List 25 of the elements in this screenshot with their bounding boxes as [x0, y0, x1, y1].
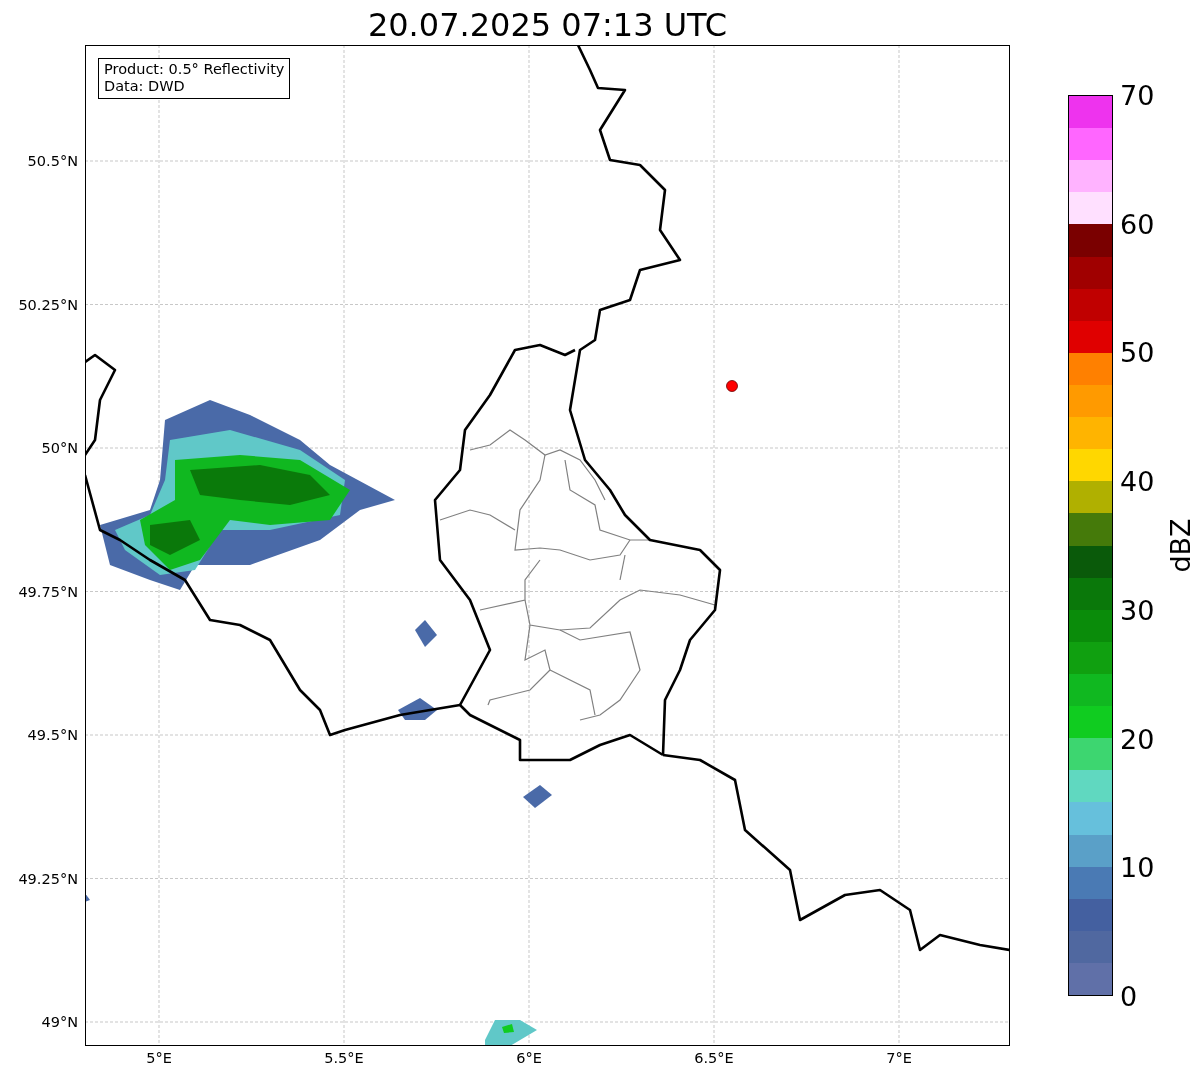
- latitude-label: 50°N: [41, 440, 78, 456]
- longitude-label: 5°E: [146, 1050, 172, 1066]
- colorbar-tick-label: 60: [1120, 210, 1155, 238]
- colorbar-tick-label: 30: [1120, 596, 1155, 624]
- colorbar-tick-label: 70: [1120, 81, 1155, 109]
- longitude-label: 6.5°E: [694, 1050, 734, 1066]
- location-marker: [726, 380, 738, 392]
- colorbar-tick-label: 40: [1120, 467, 1155, 495]
- legend-text: Product: 0.5° Reflectivity: [104, 61, 285, 79]
- latitude-label: 50.25°N: [18, 296, 78, 313]
- colorbar-tick-label: 20: [1120, 725, 1155, 753]
- colorbar-tick-label: 0: [1120, 982, 1138, 1010]
- latitude-label: 49°N: [41, 1014, 78, 1030]
- latitude-label: 50.5°N: [27, 153, 78, 169]
- colorbar-tick-label: 10: [1120, 853, 1155, 881]
- chart-title: 20.07.2025 07:13 UTC: [367, 9, 728, 45]
- longitude-label: 6°E: [516, 1050, 542, 1066]
- latitude-label: 49.75°N: [18, 583, 78, 600]
- legend-text: Data: DWD: [104, 78, 186, 96]
- latitude-label: 49.5°N: [27, 727, 78, 743]
- colorbar-tick-label: 50: [1120, 338, 1155, 366]
- longitude-label: 7°E: [886, 1050, 912, 1066]
- latitude-label: 49.25°N: [18, 870, 78, 887]
- colorbar-label: dBZ: [1164, 517, 1196, 573]
- longitude-label: 5.5°E: [324, 1050, 364, 1066]
